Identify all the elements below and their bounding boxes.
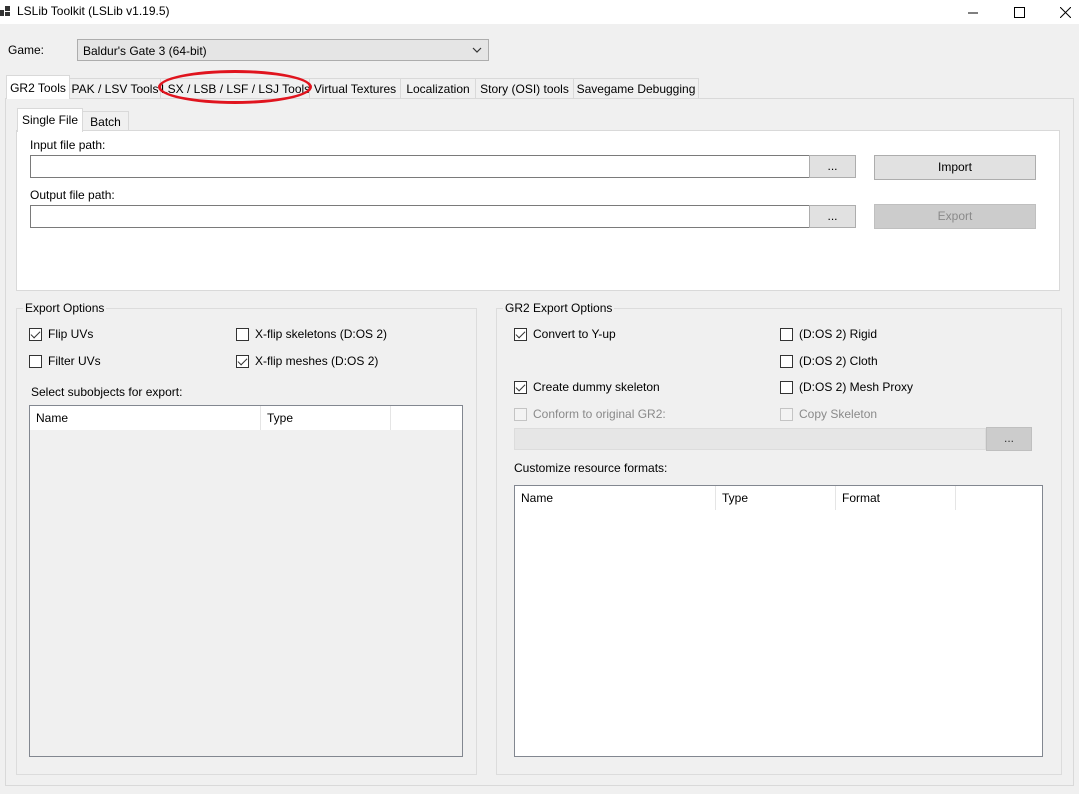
copy-skeleton-checkbox[interactable]: Copy Skeleton — [780, 407, 877, 421]
subobjects-list[interactable]: Name Type — [29, 405, 463, 757]
close-icon — [1059, 6, 1071, 18]
tab-label: Localization — [406, 82, 470, 96]
checkbox-label: (D:OS 2) Rigid — [799, 327, 878, 341]
tab-gr2-tools[interactable]: GR2 Tools — [6, 75, 70, 99]
chevron-down-icon — [472, 47, 482, 53]
checkbox-box[interactable] — [29, 327, 42, 341]
group-title: Export Options — [23, 301, 107, 315]
tab-virtual-textures[interactable]: Virtual Textures — [309, 78, 401, 98]
filter-uvs-checkbox[interactable]: Filter UVs — [29, 354, 101, 368]
checkbox-box[interactable] — [780, 354, 793, 368]
conform-browse-button[interactable]: ... — [986, 427, 1032, 451]
app-icon — [0, 6, 10, 16]
checkbox-label: (D:OS 2) Cloth — [799, 354, 878, 368]
column-header-type[interactable]: Type — [261, 406, 391, 430]
column-label: Format — [842, 491, 881, 505]
checkbox-box[interactable] — [780, 380, 793, 394]
import-button[interactable]: Import — [874, 155, 1036, 180]
column-header-name[interactable]: Name — [515, 486, 716, 510]
column-label: Type — [722, 491, 749, 505]
xflip-skeletons-checkbox[interactable]: X-flip skeletons (D:OS 2) — [236, 327, 387, 341]
title-bar[interactable]: LSLib Toolkit (LSLib v1.19.5) — [0, 0, 1079, 24]
checkbox-label: Copy Skeleton — [799, 407, 878, 421]
checkbox-label: X-flip skeletons (D:OS 2) — [255, 327, 388, 341]
minimize-button[interactable] — [950, 0, 996, 24]
checkbox-label: Create dummy skeleton — [533, 380, 660, 394]
subobjects-label: Select subobjects for export: — [31, 385, 183, 399]
flip-uvs-checkbox[interactable]: Flip UVs — [29, 327, 93, 341]
tab-label: Batch — [90, 115, 121, 129]
tab-label: LSX / LSB / LSF / LSJ Tools — [161, 82, 311, 96]
input-path-label: Input file path: — [30, 138, 106, 152]
button-label: Import — [937, 160, 972, 174]
xflip-meshes-checkbox[interactable]: X-flip meshes (D:OS 2) — [236, 354, 378, 368]
close-button[interactable] — [1042, 0, 1079, 24]
button-label: ... — [1003, 431, 1014, 445]
checkbox-label: Conform to original GR2: — [533, 407, 666, 421]
tab-single-file[interactable]: Single File — [17, 108, 83, 132]
game-label: Game: — [8, 43, 45, 57]
tab-label: Single File — [21, 113, 79, 127]
input-browse-button[interactable]: ... — [809, 155, 856, 178]
maximize-button[interactable] — [996, 0, 1042, 24]
column-header-name[interactable]: Name — [30, 406, 261, 430]
checkbox-box[interactable] — [236, 354, 249, 368]
column-header-format[interactable]: Format — [836, 486, 956, 510]
game-select-value: Baldur's Gate 3 (64-bit) — [83, 44, 207, 58]
input-path-field[interactable] — [30, 155, 810, 178]
list-header: Name Type Format — [515, 486, 1042, 510]
list-header: Name Type — [30, 406, 462, 430]
resource-formats-list[interactable]: Name Type Format — [514, 485, 1043, 757]
output-browse-button[interactable]: ... — [809, 205, 856, 228]
column-header-type[interactable]: Type — [716, 486, 836, 510]
button-label: Export — [937, 209, 973, 223]
checkbox-label: Flip UVs — [48, 327, 94, 341]
tab-label: Savegame Debugging — [576, 82, 696, 96]
tab-label: Virtual Textures — [313, 82, 397, 96]
output-path-label: Output file path: — [30, 188, 115, 202]
column-label: Name — [521, 491, 554, 505]
game-select[interactable]: Baldur's Gate 3 (64-bit) — [77, 39, 489, 61]
checkbox-label: Filter UVs — [48, 354, 101, 368]
convert-y-up-checkbox[interactable]: Convert to Y-up — [514, 327, 616, 341]
conform-gr2-checkbox[interactable]: Conform to original GR2: — [514, 407, 666, 421]
tab-label: GR2 Tools — [10, 81, 66, 95]
button-label: ... — [827, 209, 838, 223]
tab-batch[interactable]: Batch — [82, 111, 129, 131]
checkbox-box[interactable] — [780, 327, 793, 341]
checkbox-box[interactable] — [780, 407, 793, 421]
cloth-checkbox[interactable]: (D:OS 2) Cloth — [780, 354, 878, 368]
checkbox-label: Convert to Y-up — [533, 327, 616, 341]
maximize-icon — [1013, 6, 1025, 18]
conform-path-field[interactable] — [514, 428, 986, 450]
checkbox-box[interactable] — [29, 354, 42, 368]
minimize-icon — [967, 12, 978, 13]
create-dummy-skeleton-checkbox[interactable]: Create dummy skeleton — [514, 380, 660, 394]
output-path-field[interactable] — [30, 205, 810, 228]
window-title: LSLib Toolkit (LSLib v1.19.5) — [17, 4, 170, 18]
tab-story-osi-tools[interactable]: Story (OSI) tools — [475, 78, 574, 98]
rigid-checkbox[interactable]: (D:OS 2) Rigid — [780, 327, 877, 341]
tab-lsx-lsb-lsf-lsj-tools[interactable]: LSX / LSB / LSF / LSJ Tools — [160, 78, 310, 98]
column-label: Name — [36, 411, 69, 425]
checkbox-box[interactable] — [514, 327, 527, 341]
tab-label: PAK / LSV Tools — [71, 82, 159, 96]
export-button[interactable]: Export — [874, 204, 1036, 229]
mesh-proxy-checkbox[interactable]: (D:OS 2) Mesh Proxy — [780, 380, 913, 394]
group-title: GR2 Export Options — [503, 301, 615, 315]
checkbox-box[interactable] — [236, 327, 249, 341]
checkbox-box[interactable] — [514, 380, 527, 394]
button-label: ... — [827, 159, 838, 173]
tab-localization[interactable]: Localization — [400, 78, 476, 98]
column-label: Type — [267, 411, 294, 425]
checkbox-label: X-flip meshes (D:OS 2) — [255, 354, 379, 368]
customize-formats-label: Customize resource formats: — [514, 461, 668, 475]
checkbox-label: (D:OS 2) Mesh Proxy — [799, 380, 914, 394]
tab-label: Story (OSI) tools — [480, 82, 569, 96]
tab-pak-lsv-tools[interactable]: PAK / LSV Tools — [69, 78, 161, 98]
tab-savegame-debugging[interactable]: Savegame Debugging — [573, 78, 699, 98]
checkbox-box[interactable] — [514, 407, 527, 421]
